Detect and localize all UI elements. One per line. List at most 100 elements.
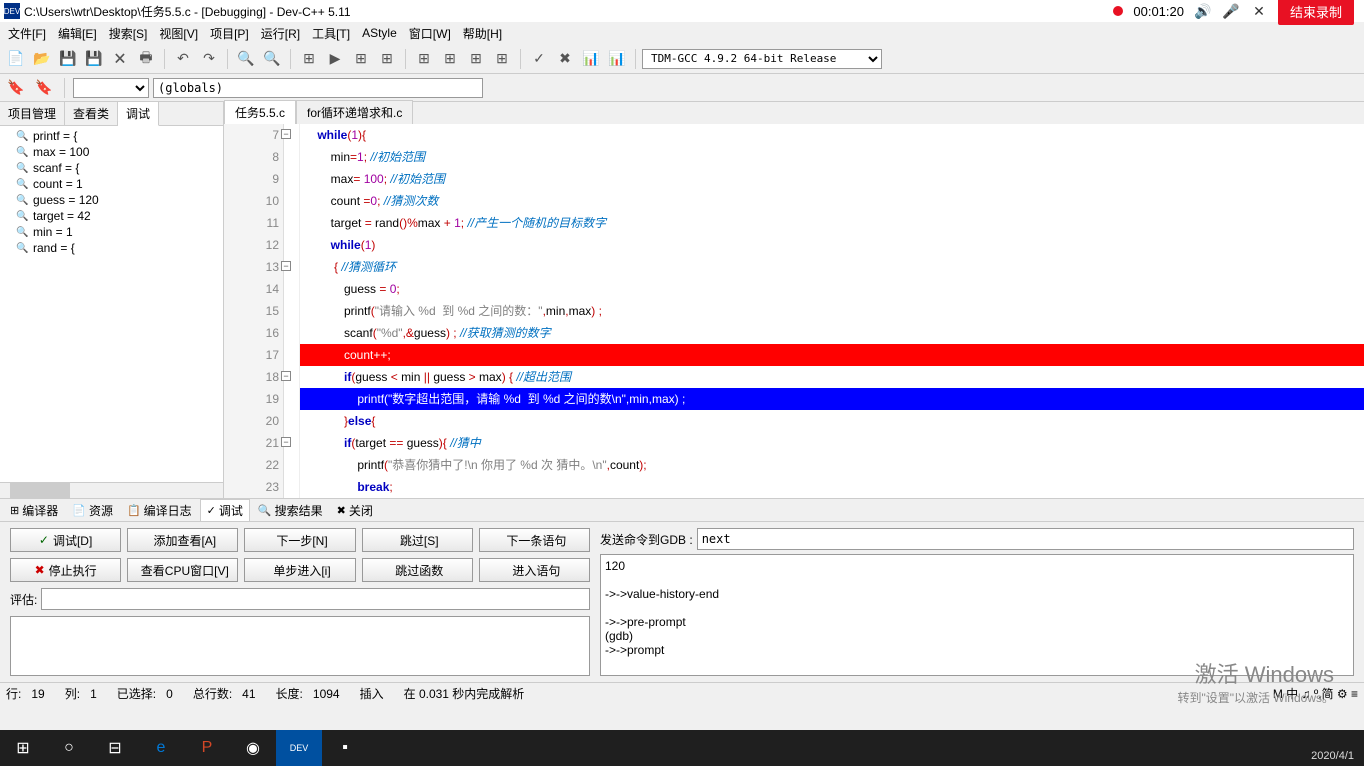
debug-button[interactable]: 进入语句 <box>479 558 590 582</box>
separator <box>520 49 521 69</box>
evaluate-input[interactable] <box>41 588 590 610</box>
rebuild-button[interactable]: ⊞ <box>375 47 399 71</box>
bottom-tab[interactable]: ⊞编译器 <box>4 500 64 521</box>
sidebar-scrollbar[interactable] <box>0 482 223 498</box>
chrome-icon[interactable]: ◉ <box>230 730 276 766</box>
menu-item[interactable]: 运行[R] <box>257 23 304 44</box>
record-indicator-icon <box>1113 6 1123 16</box>
debug-button[interactable]: 添加查看[A] <box>127 528 238 552</box>
sidebar-tab[interactable]: 查看类 <box>65 102 118 125</box>
scope-select[interactable] <box>73 78 149 98</box>
goto2-button[interactable]: 🔖 <box>32 76 56 100</box>
separator <box>64 78 65 98</box>
chart2-button[interactable]: 📊 <box>605 47 629 71</box>
menu-item[interactable]: 搜索[S] <box>105 23 152 44</box>
cortana-icon[interactable]: ○ <box>46 730 92 766</box>
watch-variable[interactable]: 🔍count = 1 <box>2 176 221 192</box>
delete-profile-button[interactable]: ⊞ <box>490 47 514 71</box>
sidebar-tab[interactable]: 调试 <box>118 102 159 126</box>
editor-tab[interactable]: for循环递增求和.c <box>296 100 413 124</box>
debug-button[interactable]: ✖停止执行 <box>10 558 121 582</box>
goto-button[interactable]: 🔖 <box>4 76 28 100</box>
save-all-button[interactable]: 💾 <box>82 47 106 71</box>
end-record-button[interactable]: 结束录制 <box>1278 0 1354 25</box>
save-button[interactable]: 💾 <box>56 47 80 71</box>
debug-watch-tree[interactable]: 🔍printf = {🔍max = 100🔍scanf = {🔍count = … <box>0 126 223 482</box>
watch-variable[interactable]: 🔍printf = { <box>2 128 221 144</box>
menu-item[interactable]: 工具[T] <box>308 23 354 44</box>
menu-item[interactable]: 窗口[W] <box>405 23 455 44</box>
stop-button[interactable]: ⊞ <box>438 47 462 71</box>
separator <box>164 49 165 69</box>
menu-item[interactable]: 项目[P] <box>206 23 253 44</box>
app-icon[interactable]: ▪ <box>322 730 368 766</box>
watch-variable[interactable]: 🔍rand = { <box>2 240 221 256</box>
debug-stop-button[interactable]: ✖ <box>553 47 577 71</box>
debug-button[interactable]: ✓调试[D] <box>10 528 121 552</box>
find-button[interactable]: 🔍 <box>234 47 258 71</box>
replace-button[interactable]: 🔍 <box>260 47 284 71</box>
taskbar-date[interactable]: 2020/4/1 <box>1311 750 1354 762</box>
print-button[interactable]: 🖶 <box>134 47 158 71</box>
editor-tab[interactable]: 任务5.5.c <box>224 100 296 124</box>
compile-run-button[interactable]: ⊞ <box>349 47 373 71</box>
bottom-tab[interactable]: ✖关闭 <box>331 500 379 521</box>
watch-variable[interactable]: 🔍min = 1 <box>2 224 221 240</box>
chart-button[interactable]: 📊 <box>579 47 603 71</box>
debug-button[interactable]: 查看CPU窗口[V] <box>127 558 238 582</box>
profile-button[interactable]: ⊞ <box>464 47 488 71</box>
code-editor[interactable]: 7−8910111213−1415161718−192021−2223 whil… <box>224 124 1364 498</box>
compile-button[interactable]: ⊞ <box>297 47 321 71</box>
debug-button[interactable]: 下一条语句 <box>479 528 590 552</box>
gdb-console: 发送命令到GDB : 120 ->->value-history-end ->-… <box>600 528 1354 676</box>
gdb-command-input[interactable] <box>697 528 1354 550</box>
powerpoint-icon[interactable]: P <box>184 730 230 766</box>
bottom-tab[interactable]: 📄资源 <box>66 500 119 521</box>
debug-toggle-button[interactable]: ✓ <box>527 47 551 71</box>
bottom-tab[interactable]: 📋编译日志 <box>121 500 198 521</box>
open-button[interactable]: 📂 <box>30 47 54 71</box>
bottom-tab[interactable]: 🔍搜索结果 <box>252 500 329 521</box>
windows-taskbar[interactable]: ⊞ ○ ⊟ e P ◉ DEV ▪ 2020/4/1 <box>0 730 1364 766</box>
watch-variable[interactable]: 🔍target = 42 <box>2 208 221 224</box>
volume-icon[interactable]: 🔊 <box>1194 2 1212 20</box>
bottom-tab[interactable]: ✓调试 <box>200 499 250 522</box>
task-view-icon[interactable]: ⊟ <box>92 730 138 766</box>
debug-button[interactable]: 跳过函数 <box>362 558 473 582</box>
start-button[interactable]: ⊞ <box>0 730 46 766</box>
editor-tabs: 任务5.5.cfor循环递增求和.c <box>224 102 1364 124</box>
close-icon[interactable]: ✕ <box>1250 2 1268 20</box>
compiler-select[interactable]: TDM-GCC 4.9.2 64-bit Release <box>642 49 882 69</box>
status-total-lines: 总行数: 41 <box>193 685 256 702</box>
menu-item[interactable]: AStyle <box>358 24 401 42</box>
edge-icon[interactable]: e <box>138 730 184 766</box>
gdb-label: 发送命令到GDB : <box>600 531 693 548</box>
debug-button[interactable]: ⊞ <box>412 47 436 71</box>
evaluate-output[interactable] <box>10 616 590 676</box>
menu-item[interactable]: 视图[V] <box>155 23 202 44</box>
new-file-button[interactable]: 📄 <box>4 47 28 71</box>
watch-variable[interactable]: 🔍scanf = { <box>2 160 221 176</box>
gdb-output[interactable]: 120 ->->value-history-end ->->pre-prompt… <box>600 554 1354 676</box>
run-button[interactable]: ▶ <box>323 47 347 71</box>
debug-button[interactable]: 下一步[N] <box>244 528 355 552</box>
sidebar-tabs: 项目管理查看类调试 <box>0 102 223 126</box>
code-content[interactable]: while(1){ min=1; //初始范围 max= 100; //初始范围… <box>300 124 1364 498</box>
devcpp-taskbar-icon[interactable]: DEV <box>276 730 322 766</box>
watch-variable[interactable]: 🔍max = 100 <box>2 144 221 160</box>
watch-variable[interactable]: 🔍guess = 120 <box>2 192 221 208</box>
debug-button[interactable]: 单步进入[i] <box>244 558 355 582</box>
undo-button[interactable]: ↶ <box>171 47 195 71</box>
menu-item[interactable]: 文件[F] <box>4 23 50 44</box>
ime-tray[interactable]: M 中 ♫ º,简 ⚙ ≡ <box>1273 685 1358 702</box>
redo-button[interactable]: ↷ <box>197 47 221 71</box>
mic-icon[interactable]: 🎤 <box>1222 2 1240 20</box>
sidebar: 项目管理查看类调试 🔍printf = {🔍max = 100🔍scanf = … <box>0 102 224 498</box>
menu-item[interactable]: 帮助[H] <box>459 23 506 44</box>
debug-button[interactable]: 跳过[S] <box>362 528 473 552</box>
menu-item[interactable]: 编辑[E] <box>54 23 101 44</box>
sidebar-tab[interactable]: 项目管理 <box>0 102 65 125</box>
close-button[interactable]: 🗙 <box>108 47 132 71</box>
globals-input[interactable] <box>153 78 483 98</box>
main-area: 项目管理查看类调试 🔍printf = {🔍max = 100🔍scanf = … <box>0 102 1364 498</box>
